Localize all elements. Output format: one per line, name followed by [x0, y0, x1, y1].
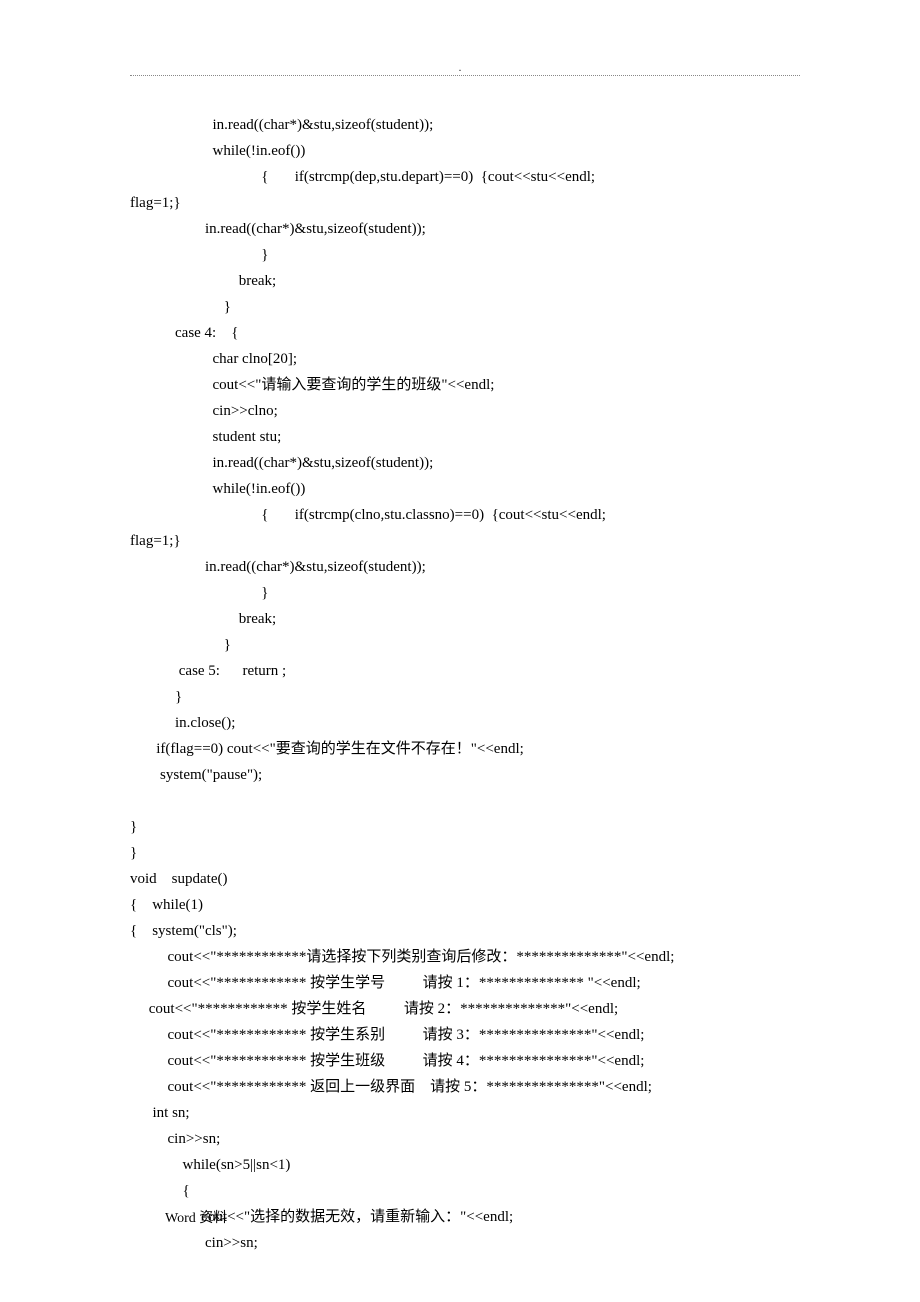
- page-body: in.read((char*)&stu,sizeof(student)); wh…: [0, 0, 920, 1296]
- header-divider: [130, 75, 800, 76]
- code-block: in.read((char*)&stu,sizeof(student)); wh…: [130, 112, 800, 1256]
- page-footer: Word 资料: [165, 1207, 227, 1227]
- header-dot: .: [459, 60, 462, 75]
